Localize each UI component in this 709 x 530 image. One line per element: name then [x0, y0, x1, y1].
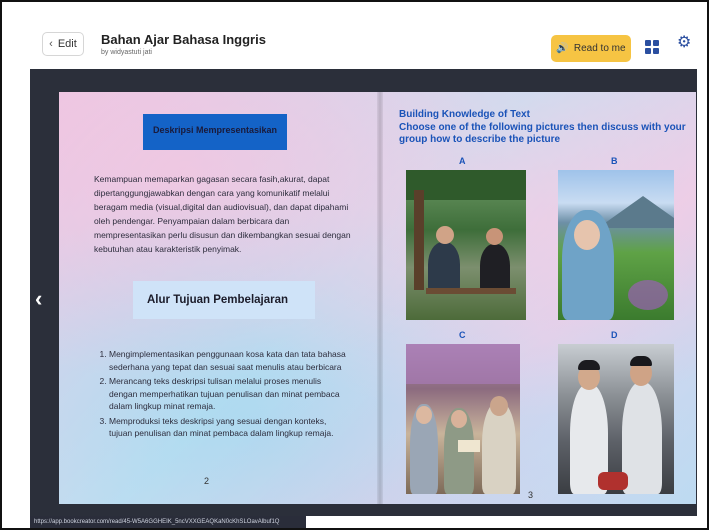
- mountain: [598, 196, 674, 228]
- goal-item: Mengimplementasikan penggunaan kosa kata…: [109, 348, 347, 373]
- picture-c[interactable]: [406, 344, 520, 494]
- chevron-left-icon: ‹: [49, 38, 53, 50]
- picture-label-a: A: [459, 156, 466, 166]
- tree-trunk: [414, 190, 424, 290]
- hair: [630, 356, 652, 366]
- app-frame: ‹ Edit Bahan Ajar Bahasa Inggris by widy…: [0, 0, 709, 530]
- person-head: [436, 226, 454, 244]
- goal-item: Merancang teks deskripsi tulisan melalui…: [109, 375, 347, 413]
- person-figure: [428, 242, 460, 292]
- description-heading: Deskripsi Mempresentasikan: [143, 114, 287, 150]
- book-prop: [458, 440, 480, 452]
- motorbike: [598, 472, 628, 490]
- read-to-me-label: Read to me: [573, 43, 626, 54]
- picture-label-d: D: [611, 330, 618, 340]
- picture-b[interactable]: [558, 170, 674, 320]
- previous-page-button[interactable]: ‹: [35, 286, 42, 312]
- description-text: Kemampuan memaparkan gagasan secara fasi…: [94, 174, 351, 254]
- speaker-icon: 🔊: [556, 43, 569, 54]
- person-head: [451, 410, 467, 428]
- goal-item: Memproduksi teks deskripsi yang sesuai d…: [109, 415, 347, 440]
- book-title: Bahan Ajar Bahasa Inggris: [101, 32, 266, 47]
- edit-label: Edit: [57, 38, 77, 50]
- picture-label-c: C: [459, 330, 466, 340]
- heading-line-2: Choose one of the following pictures the…: [399, 121, 686, 146]
- person-head: [490, 396, 508, 416]
- right-page-heading: Building Knowledge of Text Choose one of…: [399, 109, 694, 147]
- person-head: [416, 406, 432, 424]
- status-url: https://app.bookcreator.com/read/45-W5A6…: [30, 516, 306, 528]
- book-spine: [377, 92, 383, 504]
- heading-line-1: Building Knowledge of Text: [399, 109, 530, 120]
- page-number-right: 3: [528, 490, 534, 500]
- edit-button[interactable]: ‹ Edit: [42, 32, 84, 56]
- grid-icon[interactable]: [645, 40, 659, 54]
- picture-d[interactable]: [558, 344, 674, 494]
- learning-goals-list: Mengimplementasikan penggunaan kosa kata…: [97, 348, 347, 442]
- flowers: [628, 280, 668, 310]
- person-head: [486, 228, 503, 245]
- learning-objectives-heading: Alur Tujuan Pembelajaran: [133, 281, 315, 319]
- gear-icon[interactable]: ⚙: [677, 35, 691, 51]
- chevron-left-icon: ‹: [35, 286, 43, 311]
- bench: [426, 288, 516, 294]
- person-figure: [480, 244, 510, 292]
- page-number-left: 2: [204, 476, 210, 486]
- picture-label-b: B: [611, 156, 618, 166]
- author-byline: by widyastuti jati: [101, 49, 152, 56]
- tree-canopy: [406, 170, 526, 200]
- hair: [578, 360, 600, 370]
- flowers: [406, 344, 520, 384]
- person-head: [574, 220, 600, 250]
- person-figure: [622, 382, 662, 494]
- picture-a[interactable]: [406, 170, 526, 320]
- read-to-me-button[interactable]: 🔊 Read to me: [551, 35, 631, 62]
- book-spread: Deskripsi Mempresentasikan Kemampuan mem…: [59, 92, 696, 504]
